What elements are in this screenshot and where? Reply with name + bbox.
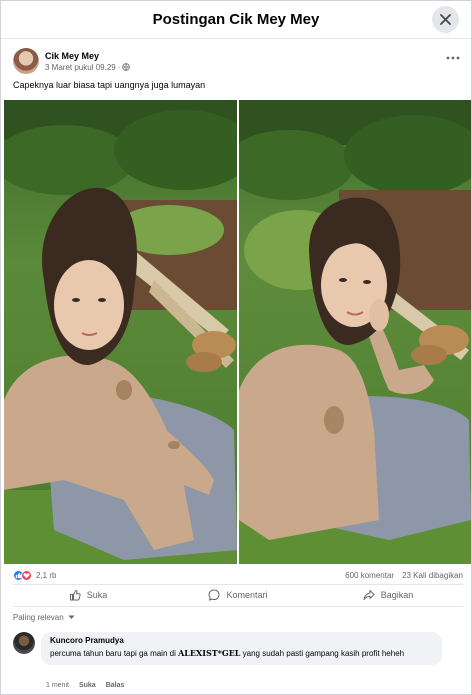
comment-count[interactable]: 600 komentar	[345, 571, 394, 580]
thumbs-up-icon	[69, 589, 81, 601]
comment-button[interactable]: Komentari	[163, 585, 313, 605]
post-actions: Suka Komentari Bagikan	[13, 585, 463, 605]
comment-item: Kuncoro Pramudya percuma tahun baru tapi…	[13, 632, 453, 665]
comment-text: percuma tahun baru tapi ga main di ALEXI…	[50, 647, 433, 660]
comment-text-part: percuma tahun baru tapi ga main di	[50, 649, 179, 658]
share-arrow-icon	[363, 590, 375, 600]
caret-down-icon	[68, 615, 75, 619]
reaction-count[interactable]: 2,1 rb	[36, 571, 56, 580]
comment-sort-dropdown[interactable]: Paling relevan	[13, 613, 75, 622]
share-button-label: Bagikan	[380, 590, 414, 600]
comment-bubble-icon	[208, 589, 220, 601]
comment-brand-text: ALEXIST*GEL	[178, 648, 241, 658]
share-count[interactable]: 23 Kali dibagikan	[402, 571, 463, 580]
commenter-name[interactable]: Kuncoro Pramudya	[50, 636, 433, 645]
post-photo-2[interactable]	[239, 100, 471, 564]
post-modal: Postingan Cik Mey Mey Cik Mey Mey 3 Mare…	[0, 0, 472, 695]
commenter-avatar[interactable]	[13, 632, 35, 654]
reaction-icons[interactable]	[13, 569, 32, 581]
comment-text-part: yang sudah pasti gampang kasih profit he…	[240, 649, 405, 658]
modal-title: Postingan Cik Mey Mey	[152, 11, 320, 28]
meta-separator: ·	[117, 62, 121, 72]
more-options-button[interactable]	[443, 51, 463, 65]
more-dots-icon	[446, 56, 460, 60]
close-button[interactable]	[432, 6, 459, 33]
post-header: Cik Mey Mey 3 Maret pukul 09.29 ·	[13, 46, 463, 76]
post-meta: 3 Maret pukul 09.29 ·	[45, 62, 131, 72]
reactions-row: 2,1 rb 600 komentar 23 Kali dibagikan	[13, 568, 463, 582]
divider	[13, 606, 463, 607]
author-avatar[interactable]	[13, 48, 39, 74]
author-name[interactable]: Cik Mey Mey	[45, 51, 130, 61]
like-button[interactable]: Suka	[13, 585, 163, 605]
comment-time[interactable]: 1 menit	[46, 682, 69, 689]
comment-reply-button[interactable]: Balas	[106, 682, 125, 689]
post-date[interactable]: 3 Maret pukul 09.29	[45, 63, 116, 72]
share-button[interactable]: Bagikan	[313, 585, 463, 605]
love-reaction-icon	[21, 569, 32, 581]
modal-header: Postingan Cik Mey Mey	[1, 1, 471, 39]
comment-like-button[interactable]: Suka	[79, 682, 96, 689]
comment-footer: 1 menit Suka Balas	[46, 682, 124, 689]
comment-bubble: Kuncoro Pramudya percuma tahun baru tapi…	[41, 632, 442, 665]
globe-icon	[122, 63, 131, 71]
post-photo-1[interactable]	[4, 100, 237, 564]
like-button-label: Suka	[86, 590, 108, 600]
comment-button-label: Komentari	[226, 590, 268, 600]
post-caption: Capeknya luar biasa tapi uangnya juga lu…	[13, 80, 206, 90]
close-icon	[440, 14, 451, 25]
sort-label: Paling relevan	[13, 613, 64, 622]
